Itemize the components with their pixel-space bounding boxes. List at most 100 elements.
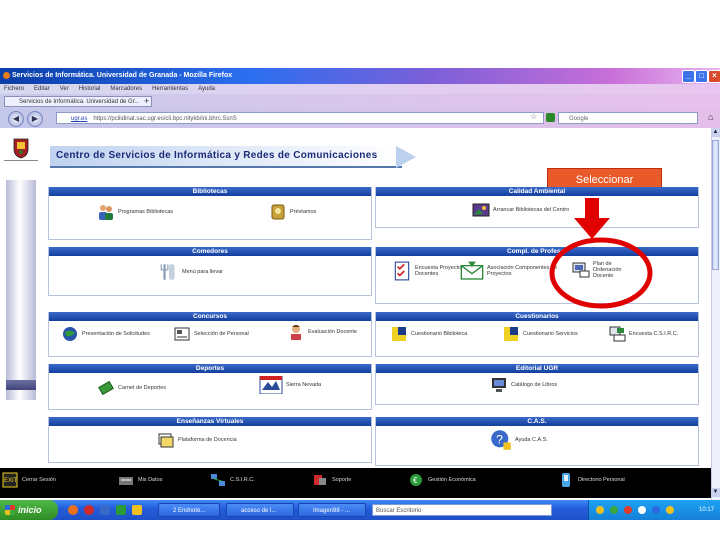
tab-active[interactable]: Servicios de Informática. Universidad de… (4, 96, 152, 107)
menu-bar: Fichero Editar Ver Historial Marcadores Herra… (0, 84, 720, 94)
home-icon[interactable]: ⌂ (708, 112, 713, 122)
phone-icon (562, 473, 570, 487)
tray-icon[interactable] (666, 506, 674, 514)
item-programas-bibliotecas[interactable]: Programas Bibliotecas (97, 203, 173, 221)
section-cas: C.A.S. ? Ayuda C.A.S. (375, 417, 699, 466)
reload-icon[interactable] (546, 113, 555, 122)
checklist-icon (394, 261, 410, 281)
help-icon: ? (491, 430, 511, 450)
taskbar-button-label: Imagen98 - ... (313, 508, 351, 514)
menu-help[interactable]: Ayuda (198, 86, 215, 92)
tray-icon[interactable] (596, 506, 604, 514)
item-label: Arrancar Bibliotecas del Centro (493, 207, 570, 213)
address-book-icon (271, 204, 285, 220)
taskbar-button-endnote[interactable]: 2 Endnote... (158, 503, 220, 517)
tray-icon[interactable] (624, 506, 632, 514)
menu-view[interactable]: Ver (60, 86, 69, 92)
quicklaunch-app-icon[interactable] (116, 505, 126, 515)
bottom-link-directorio[interactable]: Directorio Personal (558, 472, 625, 488)
forward-button[interactable]: ▶ (27, 111, 43, 127)
item-encuesta-proyectos[interactable]: Encuesta Proyectos Docentes (392, 259, 468, 283)
clock: 10:17 (698, 507, 714, 513)
start-button[interactable]: inicio (0, 500, 58, 520)
menu-edit[interactable]: Editar (34, 86, 50, 92)
bottom-link-gestion-economica[interactable]: € Gestión Económica (408, 472, 476, 488)
banner-arrow-decoration (396, 146, 416, 168)
menu-tools[interactable]: Herramientas (152, 86, 188, 92)
item-asociacion-componentes[interactable]: Asociación Componentes de Proyectos (460, 259, 560, 283)
search-placeholder: Google (569, 116, 589, 122)
bottom-link-logout[interactable]: EXIT Cerrar Sesión (2, 472, 56, 488)
taskbar-button-imagen[interactable]: Imagen98 - ... (298, 503, 366, 517)
section-bibliotecas: Bibliotecas Programas Bibliotecas Présta… (48, 187, 372, 240)
quicklaunch-firefox-icon[interactable] (68, 505, 78, 515)
item-label: Presentación de Solicitudes (82, 331, 150, 337)
item-label: Plataforma de Docencia (178, 437, 237, 443)
tray-icon[interactable] (638, 506, 646, 514)
globe-icon (63, 327, 77, 341)
item-evaluacion[interactable]: Evaluación Docente (287, 323, 357, 341)
close-button[interactable]: × (708, 70, 720, 83)
item-cuestionario-servicios[interactable]: Cuestionario Servicios (502, 325, 578, 343)
page-banner: Centro de Servicios de Informática y Red… (50, 146, 402, 168)
red-arrow-icon (574, 198, 610, 239)
item-plataforma-docencia[interactable]: Plataforma de Docencia (157, 431, 237, 449)
bottom-link-label: Cerrar Sesión (22, 477, 56, 483)
item-label: Evaluación Docente (308, 329, 357, 335)
maximize-button[interactable]: □ (695, 70, 708, 83)
item-menu[interactable]: Menú para llevar (159, 261, 223, 283)
section-editorial-ugr: Editorial UGR Catálogo de Libros (375, 364, 699, 405)
minimize-button[interactable]: _ (682, 70, 695, 83)
navigation-bar: ◀ ▶ ugr.es https://pcliidinat.sac.ugr.es/… (0, 108, 720, 128)
section-title: Concursos (49, 312, 371, 321)
menu-history[interactable]: Historial (79, 86, 101, 92)
item-ayuda-cas[interactable]: ? Ayuda C.A.S. (490, 429, 548, 451)
item-label: Sierra Nevada (286, 382, 322, 388)
network-icon (211, 474, 225, 486)
left-bar-marker[interactable] (6, 380, 36, 390)
money-icon (98, 380, 114, 396)
back-button[interactable]: ◀ (8, 111, 24, 127)
bottom-link-soporte[interactable]: Soporte (312, 472, 351, 488)
tray-icon[interactable] (610, 506, 618, 514)
bottom-link-csirc[interactable]: C.S.I.R.C. (210, 472, 255, 488)
scroll-thumb[interactable] (712, 140, 719, 270)
desktop-search-input[interactable]: Buscar Escritorio (372, 504, 552, 516)
bookmark-star-icon[interactable]: ☆ (530, 112, 537, 121)
section-calidad-ambiental: Calidad Ambiental Arrancar Bibliotecas d… (375, 187, 699, 228)
taskbar-button-acceso[interactable]: acceso de l... (226, 503, 294, 517)
item-catalogo-libros[interactable]: Catálogo de Libros (490, 376, 557, 394)
item-prestamos[interactable]: Préstamos (269, 203, 316, 221)
section-title: Cuestionarios (376, 312, 698, 321)
item-label: Préstamos (290, 209, 317, 215)
item-cuestionario-biblioteca[interactable]: Cuestionario Biblioteca (390, 325, 467, 343)
bottom-link-label: Directorio Personal (578, 477, 625, 483)
quicklaunch-ie-icon[interactable] (100, 505, 110, 515)
item-label: Catálogo de Libros (511, 382, 558, 388)
taskbar-button-label: 2 Endnote... (173, 508, 206, 514)
section-comedores: Comedores Menú para llevar (48, 247, 372, 296)
menu-bookmarks[interactable]: Marcadores (110, 86, 142, 92)
item-carnet-deportes[interactable]: Carnet de Deportes (97, 379, 166, 397)
search-input[interactable]: Google (558, 112, 698, 124)
tray-icon[interactable] (652, 506, 660, 514)
new-tab-button[interactable]: + (144, 96, 149, 106)
address-bar[interactable]: ugr.es https://pcliidinat.sac.ugr.es/cli.… (56, 112, 544, 124)
scroll-down-button[interactable]: ▼ (711, 488, 720, 497)
section-title: C.A.S. (376, 417, 698, 426)
section-title: Calidad Ambiental (376, 187, 698, 196)
item-encuesta-csirc[interactable]: Encuesta C.S.I.R.C. (608, 325, 678, 343)
section-deportes: Deportes Carnet de Deportes Sierra Nevad… (48, 364, 372, 410)
item-sierra-nevada[interactable]: Sierra Nevada (259, 376, 321, 394)
tab-label: Servicios de Informática. Universidad de… (19, 99, 140, 105)
bottom-link-mis-datos[interactable]: Mis Datos (118, 472, 162, 488)
menu-file[interactable]: Fichero (4, 86, 24, 92)
university-crest-icon (13, 138, 29, 159)
bottom-link-label: C.S.I.R.C. (230, 477, 255, 483)
item-arrancar-bibliotecas[interactable]: Arrancar Bibliotecas del Centro (472, 201, 569, 219)
item-seleccion[interactable]: Selección de Personal (173, 325, 249, 343)
scroll-up-button[interactable]: ▲ (711, 128, 720, 137)
quicklaunch-folder-icon[interactable] (132, 505, 142, 515)
item-presentacion[interactable]: Presentación de Solicitudes (61, 325, 150, 343)
quicklaunch-opera-icon[interactable] (84, 505, 94, 515)
